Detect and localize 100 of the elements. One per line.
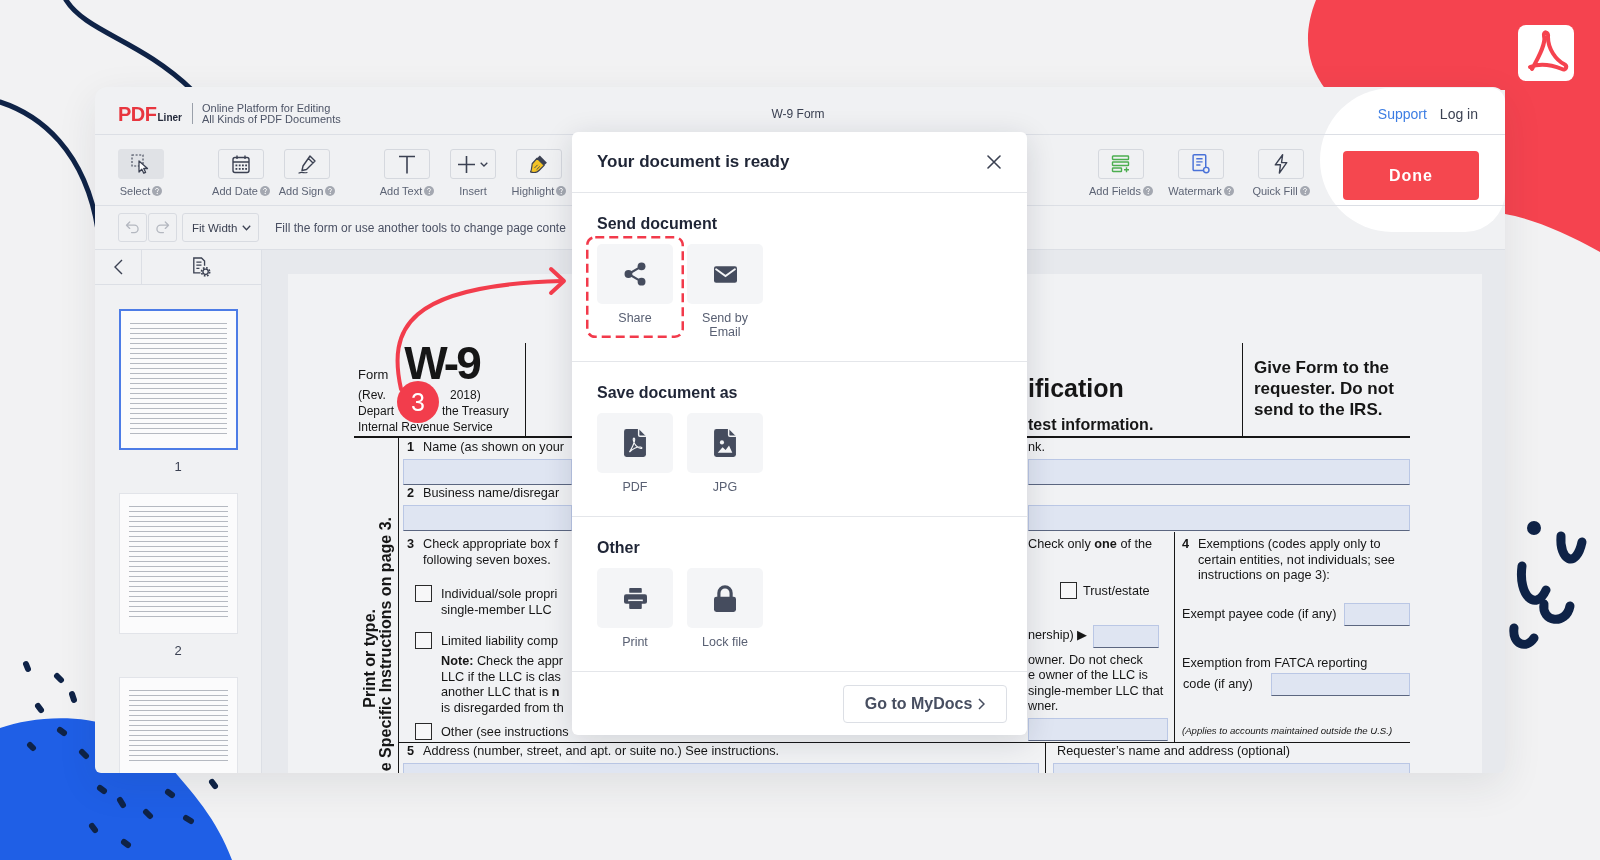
checkbox[interactable]	[415, 585, 432, 602]
pdf-button[interactable]	[597, 413, 673, 473]
checkbox[interactable]	[1060, 582, 1077, 599]
tool-label: Insert	[459, 185, 487, 197]
mydocs-button[interactable]: Go to MyDocs	[843, 685, 1007, 723]
checkbox-label: Other (see instructions	[441, 725, 569, 741]
share-button[interactable]	[597, 244, 673, 304]
side-note: e Specific Instructions on page 3.	[378, 516, 394, 771]
print-button[interactable]	[597, 568, 673, 628]
note-text: Note: Check the appr LLC if the LLC is clas another LLC that is n is disregarded from th	[441, 654, 565, 716]
padlock-icon	[714, 584, 736, 612]
close-button[interactable]	[987, 155, 1001, 169]
hint-text: Fill the form or use another tools to change page conte	[275, 220, 566, 235]
brush-icon	[530, 155, 548, 173]
undo-icon	[125, 221, 140, 234]
checkbox[interactable]	[415, 723, 432, 740]
lock-button[interactable]	[687, 568, 763, 628]
redo-icon	[155, 221, 170, 234]
tool-label: Watermark	[1168, 185, 1222, 197]
pen-icon	[297, 154, 317, 174]
envelope-icon	[713, 265, 737, 283]
text-field[interactable]	[403, 505, 572, 531]
email-button[interactable]	[687, 244, 763, 304]
logo-subtitle[interactable]: Liner	[157, 111, 182, 123]
tool-button[interactable]	[384, 149, 430, 179]
field-label: nership) ▶	[1028, 628, 1088, 644]
document-gear-icon	[191, 257, 212, 277]
tagline: Online Platform for Editing All Kinds of PDF Documents	[201, 103, 341, 124]
revision-text: 2018)	[450, 387, 481, 403]
checkbox[interactable]	[415, 632, 432, 649]
line-number: 5	[407, 744, 416, 759]
close-icon	[987, 155, 1001, 169]
header-link[interactable]: Support	[1377, 105, 1427, 122]
tool-button[interactable]	[1258, 149, 1304, 179]
done-button[interactable]: Done	[1343, 151, 1479, 200]
line-number: 1	[407, 440, 416, 455]
text-field[interactable]	[1271, 673, 1410, 696]
tool-button[interactable]	[516, 149, 562, 179]
tool-label: Quick Fill	[1252, 185, 1298, 197]
tool-button[interactable]	[118, 149, 164, 179]
action-label: Print	[622, 635, 648, 649]
revision-text: (Rev.	[358, 387, 386, 403]
text-icon	[398, 154, 416, 174]
tool-button[interactable]	[1178, 149, 1224, 179]
field-label: Check only one of the	[1028, 537, 1153, 552]
tool-label: Add Text	[379, 185, 423, 197]
side-note: Print or type.	[362, 609, 378, 708]
image-file-icon	[714, 429, 736, 457]
field-label: nk.	[1028, 440, 1045, 455]
line-number: 4	[1182, 537, 1191, 553]
printer-icon	[623, 587, 647, 609]
page-thumbnail[interactable]	[118, 309, 238, 450]
list-add-icon	[1111, 154, 1131, 174]
action-label: Send by Email	[701, 311, 749, 339]
text-field[interactable]	[1053, 763, 1410, 773]
zoom-dropdown[interactable]: Fit Width	[182, 213, 259, 242]
section-title: Other	[597, 539, 640, 556]
lightning-icon	[1273, 154, 1289, 174]
note-text: owner. Do not check e owner of the LLC is single-member LLC that wner.	[1028, 652, 1165, 715]
action-label: Lock file	[702, 635, 748, 649]
caret-icon	[242, 224, 251, 231]
tool-button[interactable]	[450, 149, 496, 179]
tool-label: Add Fields	[1089, 185, 1141, 197]
page-number: 1	[174, 459, 182, 475]
field-label: code (if any)	[1183, 676, 1253, 693]
department-text: the Treasury	[442, 403, 509, 419]
jpg-button[interactable]	[687, 413, 763, 473]
field-label: Business name/disregar	[423, 486, 560, 501]
field-label: Address (number, street, and apt. or suite no.) See instructions.	[423, 744, 780, 759]
tool-label: Add Date	[212, 185, 258, 197]
tool-label: Select	[119, 185, 151, 197]
form-label: Form	[358, 367, 389, 383]
tool-button[interactable]	[284, 149, 330, 179]
line-number: 3	[407, 537, 416, 553]
share-icon	[624, 262, 646, 286]
pdf-file-icon	[624, 429, 646, 457]
form-subtitle: test information.	[1028, 415, 1154, 435]
text-field[interactable]	[1093, 624, 1159, 648]
cursor-select-icon	[131, 154, 151, 174]
checkbox-label: Individual/sole propri single-member LLC	[441, 587, 558, 618]
text-field[interactable]	[403, 459, 572, 485]
document-icon	[1192, 154, 1210, 174]
chevron-right-icon	[978, 698, 986, 710]
text-field[interactable]	[1028, 717, 1168, 741]
line-number: 2	[407, 486, 416, 501]
field-label: Check appropriate box f following seven boxes.	[423, 537, 558, 568]
logo-icon	[1518, 25, 1574, 81]
agency-text: Internal Revenue Service	[358, 420, 493, 434]
form-number: W-9	[404, 343, 479, 383]
tool-label: Highlight	[511, 185, 555, 197]
logo-wordmark[interactable]: PDF	[118, 102, 157, 125]
text-field[interactable]	[1344, 603, 1410, 626]
text-field[interactable]	[1028, 505, 1410, 531]
text-field[interactable]	[1028, 459, 1410, 485]
tool-button[interactable]	[218, 149, 264, 179]
text-field[interactable]	[403, 763, 1039, 773]
header-link[interactable]: Log in	[1439, 105, 1478, 122]
checkbox-label: Trust/estate	[1083, 584, 1150, 600]
field-label: Exemption from FATCA reporting	[1182, 656, 1368, 670]
dialog-title: Your document is ready	[597, 152, 790, 172]
